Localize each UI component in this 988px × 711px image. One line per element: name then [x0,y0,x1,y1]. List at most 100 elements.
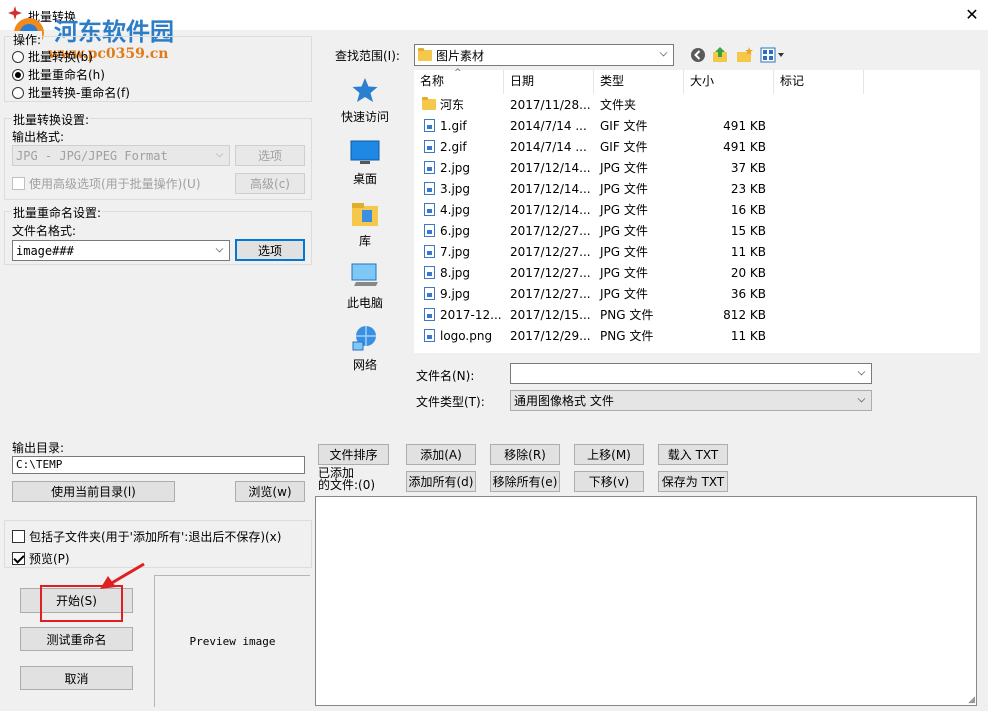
output-format-select[interactable]: JPG - JPG/JPEG Format [12,145,230,166]
file-row[interactable]: logo.png 2017/12/29... PNG 文件 11 KB [414,326,980,347]
file-row[interactable]: 6.jpg 2017/12/27... JPG 文件 15 KB [414,221,980,242]
rename-options-button[interactable]: 选项 [235,239,305,261]
file-name-cell: 9.jpg [414,284,504,305]
window-title: 批量转换 [28,10,77,24]
radio-button[interactable] [12,68,24,81]
file-name-cell: 1.gif [414,116,504,137]
add-button[interactable]: 添加(A) [406,444,476,465]
file-type: JPG 文件 [600,287,648,301]
new-folder-icon[interactable] [736,46,754,64]
filetype-select[interactable]: 通用图像格式 文件 [510,390,872,411]
back-icon[interactable] [690,47,706,63]
output-dir-input[interactable]: C:\TEMP [12,456,305,474]
file-row[interactable]: 7.jpg 2017/12/27... JPG 文件 11 KB [414,242,980,263]
image-file-icon [424,329,435,342]
preview-box: Preview image [154,575,310,707]
use-current-dir-button[interactable]: 使用当前目录(l) [12,481,175,502]
file-row[interactable]: 2017-12... 2017/12/15... PNG 文件 812 KB [414,305,980,326]
checkbox[interactable] [12,177,25,190]
advanced-button[interactable]: 高级(c) [235,173,305,194]
file-name: 2.gif [440,140,467,154]
file-row[interactable]: 1.gif 2014/7/14 ... GIF 文件 491 KB [414,116,980,137]
file-type: GIF 文件 [600,140,648,154]
network-icon [352,326,376,351]
remove-all-button[interactable]: 移除所有(e) [490,471,560,492]
radio-batch-convert[interactable]: 批量转换(b) [12,48,93,65]
column-header-date[interactable]: 日期 [504,70,594,94]
browse-button[interactable]: 浏览(w) [235,481,305,502]
test-rename-button[interactable]: 测试重命名 [20,627,133,651]
file-size: 37 KB [730,161,766,175]
file-row[interactable]: 2.jpg 2017/12/14... JPG 文件 37 KB [414,158,980,179]
image-file-icon [424,287,435,300]
lookin-select[interactable]: 图片素材 [414,44,674,66]
file-row[interactable]: 9.jpg 2017/12/27... JPG 文件 36 KB [414,284,980,305]
file-type: JPG 文件 [600,182,648,196]
remove-button[interactable]: 移除(R) [490,444,560,465]
radio-label: 批量重命名(h) [28,68,105,82]
computer-icon [351,263,378,286]
image-file-icon [424,140,435,153]
file-row[interactable]: 8.jpg 2017/12/27... JPG 文件 20 KB [414,263,980,284]
sort-files-button[interactable]: 文件排序 [318,444,389,465]
column-header-tag[interactable]: 标记 [774,70,864,94]
image-file-icon [424,266,435,279]
move-up-button[interactable]: 上移(M) [574,444,644,465]
place-desktop[interactable]: 桌面 [325,140,405,187]
move-down-button[interactable]: 下移(v) [574,471,644,492]
radio-button[interactable] [12,50,24,63]
file-type: JPG 文件 [600,161,648,175]
added-files-list[interactable]: ◢ [315,496,977,706]
place-this-pc[interactable]: 此电脑 [325,262,405,311]
file-row[interactable]: 3.jpg 2017/12/14... JPG 文件 23 KB [414,179,980,200]
checkbox[interactable] [12,552,25,565]
file-name-cell: 3.jpg [414,179,504,200]
desktop-icon [350,140,380,164]
file-list[interactable]: 名称 日期 类型 大小 标记 ^ 河东 2017/11/28... 文件夹 1.gif… [414,68,980,353]
file-date: 2017/12/27... [510,224,591,238]
file-date: 2017/11/28... [510,98,591,112]
chevron-down-icon [215,149,224,157]
file-size: 491 KB [723,119,766,133]
file-row[interactable]: 河东 2017/11/28... 文件夹 [414,95,980,116]
file-name-cell: 8.jpg [414,263,504,284]
file-name-cell: logo.png [414,326,504,347]
output-format-value: JPG - JPG/JPEG Format [16,148,168,163]
preview-label: Preview image [189,635,276,648]
load-txt-button[interactable]: 载入 TXT [658,444,728,465]
filename-input[interactable] [510,363,872,384]
red-arrow-icon [100,562,145,589]
column-header-type[interactable]: 类型 [594,70,684,94]
add-all-button[interactable]: 添加所有(d) [406,471,476,492]
close-icon[interactable]: ✕ [958,3,986,27]
up-folder-icon[interactable] [712,46,730,64]
file-row[interactable]: 4.jpg 2017/12/14... JPG 文件 16 KB [414,200,980,221]
checkbox[interactable] [12,530,25,543]
place-network[interactable]: 网络 [325,324,405,373]
file-name: 9.jpg [440,287,471,301]
image-file-icon [424,119,435,132]
view-menu-icon[interactable] [760,47,786,63]
place-quick-access[interactable]: 快速访问 [325,76,405,125]
radio-convert-rename[interactable]: 批量转换-重命名(f) [12,84,130,101]
place-library[interactable]: 库 [325,200,405,249]
radio-button[interactable] [12,86,24,99]
resize-grip-icon[interactable]: ◢ [968,695,975,705]
cancel-button[interactable]: 取消 [20,666,133,690]
filetype-value: 通用图像格式 文件 [514,394,614,408]
operation-group-label: 操作: [12,31,43,48]
convert-options-button[interactable]: 选项 [235,145,305,166]
file-name: 2.jpg [440,161,471,175]
file-row[interactable]: 2.gif 2014/7/14 ... GIF 文件 491 KB [414,137,980,158]
column-header-size[interactable]: 大小 [684,70,774,94]
file-name-cell: 7.jpg [414,242,504,263]
chevron-down-icon [659,48,668,57]
file-size: 23 KB [730,182,766,196]
radio-batch-rename[interactable]: 批量重命名(h) [12,66,105,83]
filename-format-select[interactable]: image### [12,240,230,261]
advanced-options-checkbox[interactable]: 使用高级选项(用于批量操作)(U) [12,175,201,192]
file-name: 3.jpg [440,182,471,196]
save-txt-button[interactable]: 保存为 TXT [658,471,728,492]
preview-checkbox[interactable]: 预览(P) [12,550,70,567]
include-subfolders-checkbox[interactable]: 包括子文件夹(用于'添加所有':退出后不保存)(x) [12,528,281,545]
